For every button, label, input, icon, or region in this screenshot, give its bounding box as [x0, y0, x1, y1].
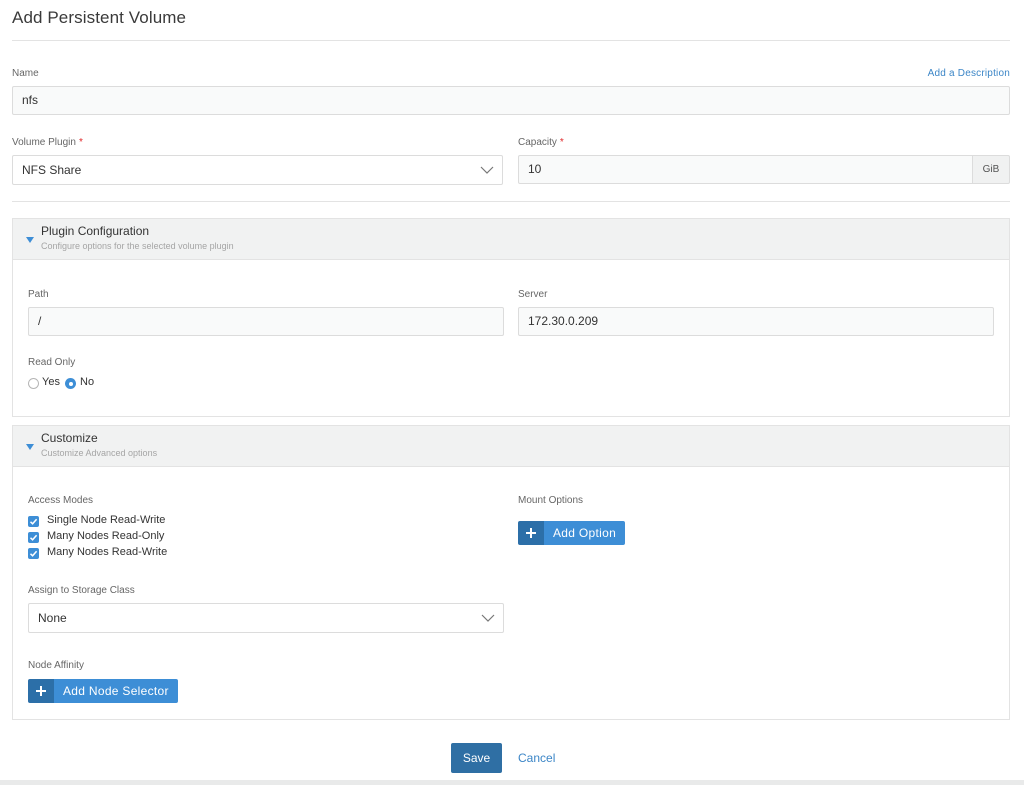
read-only-yes-radio[interactable]	[28, 378, 39, 389]
add-description-link[interactable]: Add a Description	[928, 68, 1010, 79]
capacity-label: Capacity *	[518, 137, 564, 148]
volume-plugin-select[interactable]: NFS Share	[12, 155, 503, 185]
read-only-yes-label: Yes	[42, 376, 60, 388]
check-icon	[29, 550, 38, 557]
check-icon	[29, 534, 38, 541]
name-label: Name	[12, 68, 39, 79]
access-modes-label: Access Modes	[28, 495, 94, 506]
customize-subtitle: Customize Advanced options	[41, 448, 158, 458]
check-icon	[29, 518, 38, 525]
add-node-selector-label: Add Node Selector	[54, 679, 178, 703]
plugin-configuration-subtitle: Configure options for the selected volum…	[41, 241, 234, 251]
storage-class-select[interactable]: None	[28, 603, 504, 633]
many-nodes-rw-checkbox[interactable]	[28, 548, 39, 559]
plus-icon	[518, 521, 544, 545]
chevron-down-icon	[480, 166, 494, 174]
required-mark: *	[559, 137, 564, 148]
path-label: Path	[28, 289, 49, 300]
plugin-configuration-header[interactable]: Plugin Configuration Configure options f…	[13, 219, 1009, 260]
read-only-no-label: No	[80, 376, 95, 388]
storage-class-label: Assign to Storage Class	[28, 585, 135, 596]
read-only-no-radio[interactable]	[65, 378, 76, 389]
capacity-unit: GiB	[972, 155, 1010, 184]
name-input[interactable]: nfs	[12, 86, 1010, 115]
single-node-rw-checkbox[interactable]	[28, 516, 39, 527]
volume-plugin-label-text: Volume Plugin	[12, 137, 76, 148]
storage-class-value: None	[38, 611, 67, 625]
volume-plugin-value: NFS Share	[22, 163, 82, 177]
caret-down-icon	[26, 444, 34, 450]
read-only-label: Read Only	[28, 357, 76, 368]
customize-header[interactable]: Customize Customize Advanced options	[13, 426, 1009, 467]
many-nodes-ro-label: Many Nodes Read-Only	[47, 530, 165, 542]
required-mark: *	[78, 137, 83, 148]
caret-down-icon	[26, 237, 34, 243]
page-title: Add Persistent Volume	[12, 8, 187, 27]
single-node-rw-label: Single Node Read-Write	[47, 514, 166, 526]
section-divider	[12, 201, 1010, 202]
mount-options-label: Mount Options	[518, 495, 584, 506]
plugin-configuration-title: Plugin Configuration	[41, 224, 150, 238]
save-button[interactable]: Save	[451, 743, 502, 773]
chevron-down-icon	[481, 614, 495, 622]
path-input[interactable]: /	[28, 307, 504, 336]
node-affinity-label: Node Affinity	[28, 660, 84, 671]
customize-title: Customize	[41, 431, 98, 445]
server-label: Server	[518, 289, 548, 300]
volume-plugin-label: Volume Plugin *	[12, 137, 83, 148]
many-nodes-ro-checkbox[interactable]	[28, 532, 39, 543]
cancel-button[interactable]: Cancel	[518, 751, 555, 765]
bottom-bar	[0, 780, 1024, 785]
capacity-label-text: Capacity	[518, 137, 557, 148]
plus-icon	[28, 679, 54, 703]
add-node-selector-button[interactable]: Add Node Selector	[28, 679, 178, 703]
capacity-input[interactable]: 10	[518, 155, 973, 184]
server-input[interactable]: 172.30.0.209	[518, 307, 994, 336]
customize-panel: Customize Customize Advanced options	[12, 425, 1010, 720]
add-option-label: Add Option	[544, 521, 626, 545]
title-divider	[12, 40, 1010, 41]
many-nodes-rw-label: Many Nodes Read-Write	[47, 546, 168, 558]
add-option-button[interactable]: Add Option	[518, 521, 626, 545]
